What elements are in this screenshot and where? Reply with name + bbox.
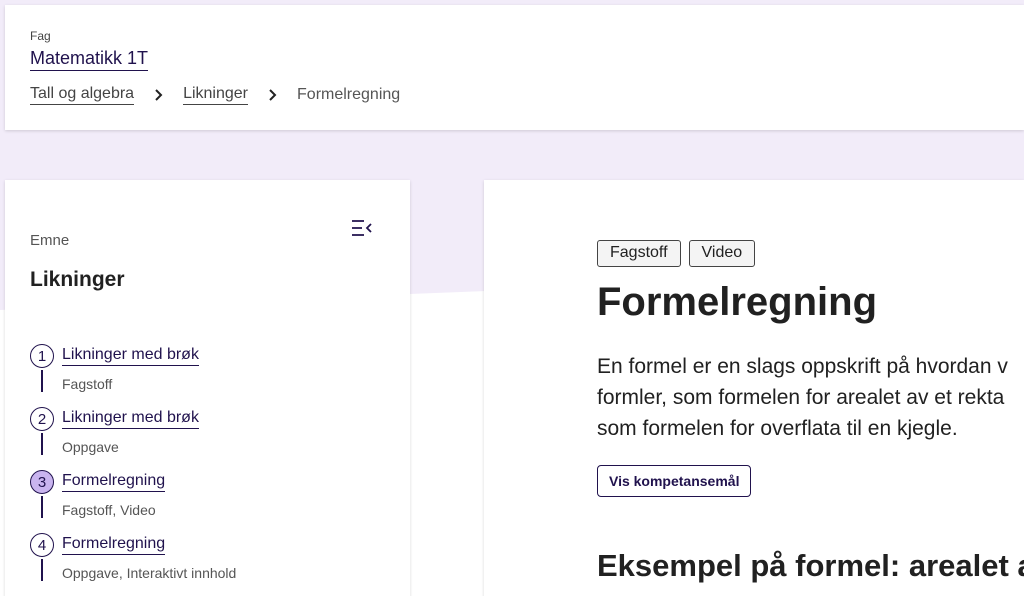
toc-meta: Oppgave, Interaktivt innhold [62, 565, 237, 581]
intro-line: som formelen for overflata til en kjegle… [597, 417, 958, 440]
toc-meta: Oppgave [62, 439, 119, 455]
subject-link[interactable]: Matematikk 1T [30, 48, 149, 71]
toc-meta: Fagstoff, Video [62, 502, 156, 518]
toc-link[interactable]: Formelregning [62, 535, 166, 555]
toc-link[interactable]: Likninger med brøk [62, 346, 199, 366]
intro-paragraph: En formel er en slags oppskrift på hvord… [597, 351, 1024, 444]
section-heading: Eksempel på formel: arealet av [597, 548, 1024, 583]
intro-line: formler, som formelen for arealet av et … [597, 386, 1005, 409]
intro-line: En formel er en slags oppskrift på hvord… [597, 355, 1008, 378]
chevron-right-icon [269, 89, 277, 101]
breadcrumb-likninger[interactable]: Likninger [183, 85, 249, 105]
content-tags: Fagstoff Video [597, 240, 756, 267]
topic-title: Likninger [30, 268, 125, 291]
toc-meta: Fagstoff [62, 376, 113, 392]
toc-link[interactable]: Formelregning [62, 472, 166, 492]
breadcrumb-current: Formelregning [297, 86, 401, 103]
step-connector [41, 496, 43, 518]
step-number: 2 [30, 407, 54, 431]
step-connector [41, 433, 43, 455]
topic-label: Emne [30, 232, 70, 249]
show-competence-goals-button[interactable]: Vis kompetansemål [597, 465, 752, 497]
breadcrumb-tall-og-algebra[interactable]: Tall og algebra [30, 85, 135, 105]
step-connector [41, 559, 43, 581]
tag-video: Video [688, 240, 756, 267]
topic-sidebar: Emne Likninger 1 Likninger med brøk Fags… [5, 180, 410, 596]
toc-link[interactable]: Likninger med brøk [62, 409, 199, 429]
step-number-active: 3 [30, 470, 54, 494]
step-connector [41, 370, 43, 392]
chevron-right-icon [155, 89, 163, 101]
breadcrumb: Tall og algebra Likninger Formelregning [30, 85, 400, 105]
page-header: Fag Matematikk 1T Tall og algebra Liknin… [5, 5, 1024, 130]
subject-label: Fag [30, 29, 51, 43]
collapse-menu-icon[interactable] [351, 219, 373, 237]
step-number: 1 [30, 344, 54, 368]
page-title: Formelregning [597, 280, 878, 324]
article-content: Fagstoff Video Formelregning En formel e… [484, 180, 1024, 596]
step-number: 4 [30, 533, 54, 557]
tag-fagstoff: Fagstoff [597, 240, 681, 267]
